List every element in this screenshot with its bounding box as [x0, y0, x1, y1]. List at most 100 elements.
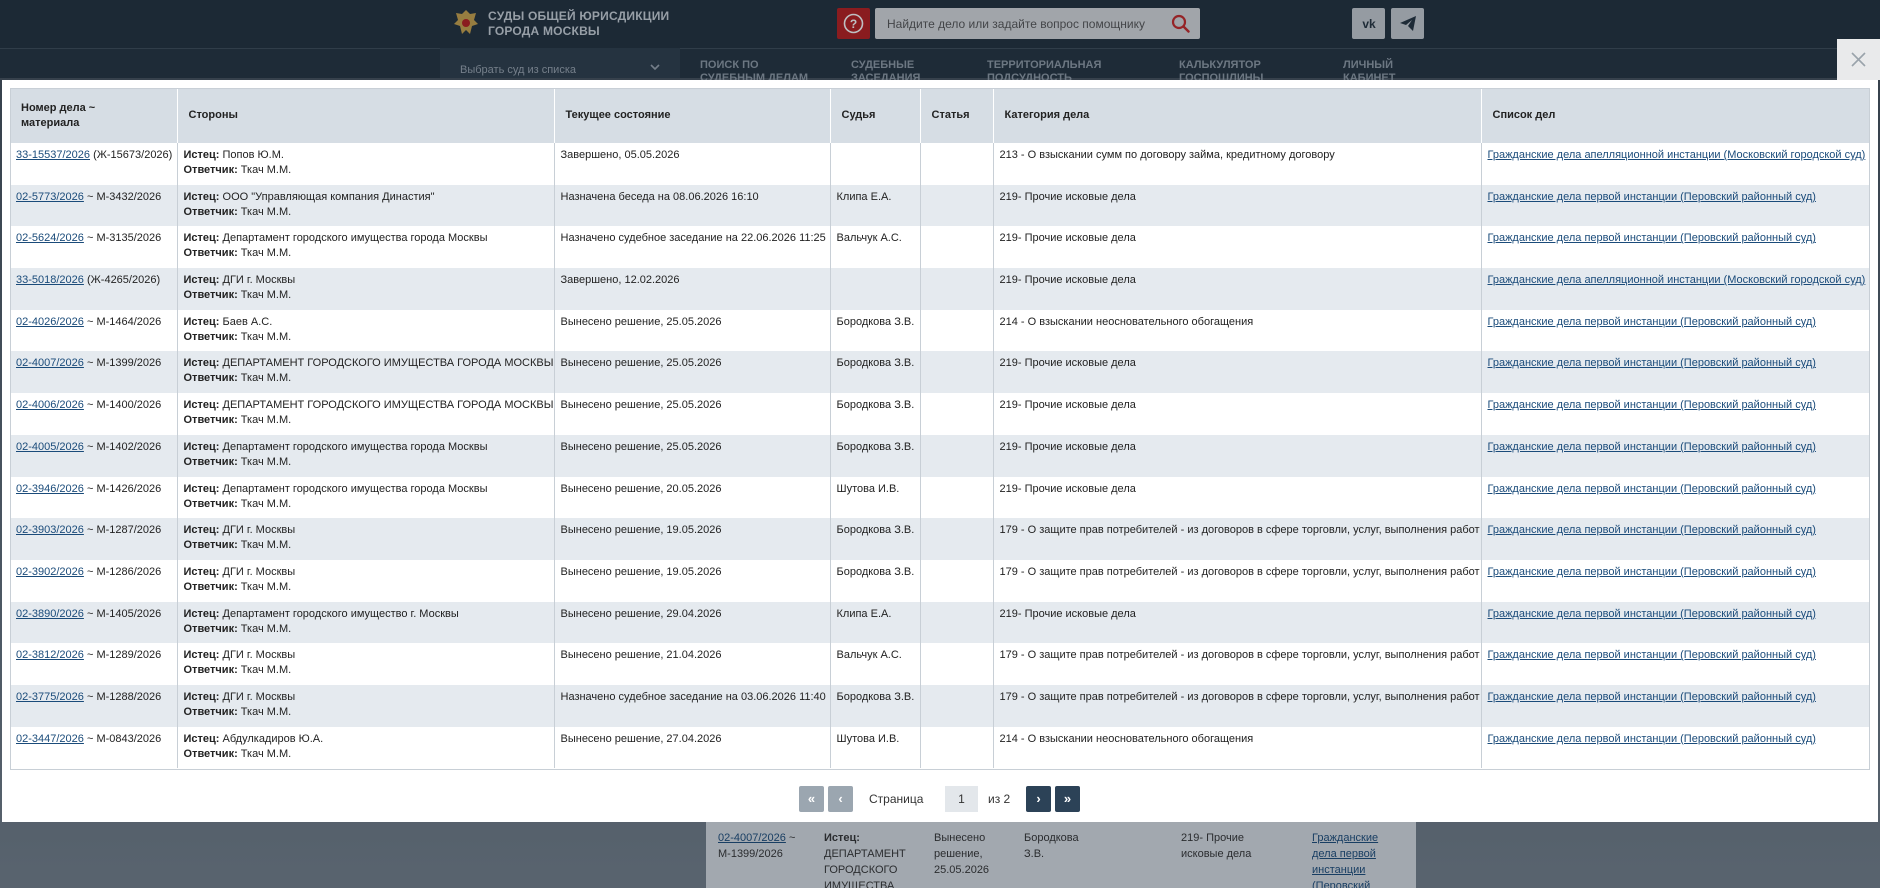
case-number-cell: 02-3775/2026 ~ М-1288/2026: [10, 684, 178, 727]
article-cell: [920, 726, 994, 769]
defendant-label: Ответчик:: [183, 289, 238, 302]
defendant-label: Ответчик:: [183, 247, 238, 260]
parties-cell: Истец: ДЕПАРТАМЕНТ ГОРОДСКОГО ИМУЩЕСТВА …: [177, 351, 555, 394]
cases-table: Номер дела ~ материала Стороны Текущее со…: [10, 88, 1870, 769]
case-list-link[interactable]: Гражданские дела апелляционной инстанции…: [1488, 274, 1866, 286]
table-row: 02-3775/2026 ~ М-1288/2026 Истец: ДГИ г. …: [10, 684, 1870, 727]
defendant-label: Ответчик:: [183, 539, 238, 552]
defendant-label: Ответчик:: [183, 414, 238, 427]
material-number: (Ж-4265/2026): [83, 274, 161, 287]
table-row: 02-5773/2026 ~ М-3432/2026 Истец: ООО "Уп…: [10, 184, 1870, 227]
judge-cell: [830, 143, 921, 185]
case-list-link[interactable]: Гражданские дела первой инстанции (Перов…: [1488, 649, 1816, 661]
case-link[interactable]: 02-3812/2026: [16, 649, 84, 661]
next-page-button[interactable]: ›: [1026, 786, 1051, 812]
defendant-name: Ткач М.М.: [237, 497, 292, 510]
plaintiff-name: Баев А.С.: [219, 315, 273, 328]
state-cell: Завершено, 12.02.2026: [554, 268, 831, 310]
defendant-name: Ткач М.М.: [237, 164, 292, 176]
case-number-cell: 02-3902/2026 ~ М-1286/2026: [10, 559, 178, 602]
case-list-link[interactable]: Гражданские дела первой инстанции (Перов…: [1488, 399, 1816, 411]
plaintiff-label: Истец:: [183, 482, 220, 495]
table-row: 33-5018/2026 (Ж-4265/2026) Истец: ДГИ г. …: [10, 268, 1870, 310]
page-number-input[interactable]: [945, 786, 978, 812]
case-link[interactable]: 02-4007/2026: [16, 357, 84, 369]
defendant-name: Ткач М.М.: [237, 205, 292, 218]
prev-page-button[interactable]: ‹: [828, 786, 853, 812]
case-list-link[interactable]: Гражданские дела первой инстанции (Перов…: [1488, 608, 1816, 620]
list-cell: Гражданские дела первой инстанции (Перов…: [1481, 727, 1870, 769]
list-cell: Гражданские дела первой инстанции (Перов…: [1481, 226, 1870, 268]
plaintiff-label: Истец:: [183, 357, 220, 370]
table-row: 02-3447/2026 ~ М-0843/2026 Истец: Абдулка…: [10, 726, 1870, 769]
defendant-label: Ответчик:: [183, 705, 238, 718]
case-link[interactable]: 02-4005/2026: [16, 441, 84, 453]
state-cell: Вынесено решение, 21.04.2026: [554, 643, 831, 685]
article-cell: [920, 143, 994, 185]
case-list-link[interactable]: Гражданские дела первой инстанции (Перов…: [1488, 733, 1816, 745]
article-cell: [920, 434, 994, 477]
parties-cell: Истец: ДГИ г. Москвы Ответчик: Ткач М.М.: [177, 684, 555, 727]
col-judge: Судья: [830, 88, 921, 143]
article-cell: [920, 601, 994, 644]
case-link[interactable]: 02-3946/2026: [16, 483, 84, 495]
plaintiff-label: Истец:: [183, 232, 220, 245]
judge-cell: Клипа Е.А.: [830, 184, 921, 227]
category-cell: 219- Прочие исковые дела: [993, 184, 1482, 227]
case-list-link[interactable]: Гражданские дела апелляционной инстанции…: [1488, 149, 1866, 161]
case-list-link[interactable]: Гражданские дела первой инстанции (Перов…: [1488, 691, 1816, 703]
table-row: 02-4005/2026 ~ М-1402/2026 Истец: Департа…: [10, 434, 1870, 477]
category-cell: 214 - О взыскании неосновательного обога…: [993, 726, 1482, 769]
case-link[interactable]: 33-15537/2026: [16, 149, 90, 161]
plaintiff-name: Попов Ю.М.: [219, 149, 284, 161]
state-cell: Вынесено решение, 19.05.2026: [554, 518, 831, 560]
case-number-cell: 02-5624/2026 ~ М-3135/2026: [10, 226, 178, 269]
case-list-link[interactable]: Гражданские дела первой инстанции (Перов…: [1488, 316, 1816, 328]
list-cell: Гражданские дела первой инстанции (Перов…: [1481, 643, 1870, 685]
col-case-number[interactable]: Номер дела ~ материала: [10, 88, 178, 143]
case-list-link[interactable]: Гражданские дела первой инстанции (Перов…: [1488, 232, 1816, 244]
first-page-button[interactable]: «: [799, 786, 824, 812]
plaintiff-name: Абдулкадиров Ю.А.: [219, 732, 324, 745]
case-list-link[interactable]: Гражданские дела первой инстанции (Перов…: [1488, 191, 1816, 203]
case-link[interactable]: 02-4006/2026: [16, 399, 84, 411]
state-cell: Вынесено решение, 27.04.2026: [554, 726, 831, 769]
case-list-link[interactable]: Гражданские дела первой инстанции (Перов…: [1488, 566, 1816, 578]
plaintiff-label: Истец:: [183, 440, 220, 453]
case-link[interactable]: 02-5624/2026: [16, 232, 84, 244]
list-cell: Гражданские дела первой инстанции (Перов…: [1481, 434, 1870, 477]
article-cell: [920, 351, 994, 394]
case-link[interactable]: 33-5018/2026: [16, 274, 84, 286]
plaintiff-name: ДЕПАРТАМЕНТ ГОРОДСКОГО ИМУЩЕСТВА ГОРОДА …: [219, 399, 554, 412]
case-link[interactable]: 02-3902/2026: [16, 566, 84, 578]
list-cell: Гражданские дела апелляционной инстанции…: [1481, 268, 1870, 310]
judge-cell: Бородкова З.В.: [830, 684, 921, 727]
case-number-cell: 02-4026/2026 ~ М-1464/2026: [10, 309, 178, 352]
parties-cell: Истец: ДГИ г. Москвы Ответчик: Ткач М.М.: [177, 559, 555, 602]
defendant-name: Ткач М.М.: [237, 455, 292, 468]
case-link[interactable]: 02-4026/2026: [16, 316, 84, 328]
case-link[interactable]: 02-3903/2026: [16, 524, 84, 536]
list-cell: Гражданские дела первой инстанции (Перов…: [1481, 684, 1870, 727]
article-cell: [920, 559, 994, 602]
table-row: 02-4007/2026 ~ М-1399/2026 Истец: ДЕПАРТА…: [10, 351, 1870, 394]
case-link[interactable]: 02-3447/2026: [16, 733, 84, 745]
case-link[interactable]: 02-3775/2026: [16, 691, 84, 703]
table-row: 33-15537/2026 (Ж-15673/2026) Истец: Попов…: [10, 143, 1870, 185]
case-list-link[interactable]: Гражданские дела первой инстанции (Перов…: [1488, 483, 1816, 495]
defendant-name: Ткач М.М.: [237, 372, 292, 385]
case-link[interactable]: 02-3890/2026: [16, 608, 84, 620]
case-list-link[interactable]: Гражданские дела первой инстанции (Перов…: [1488, 357, 1816, 369]
case-list-link[interactable]: Гражданские дела первой инстанции (Перов…: [1488, 441, 1816, 453]
defendant-name: Ткач М.М.: [237, 747, 292, 760]
defendant-label: Ответчик:: [183, 330, 238, 343]
case-link[interactable]: 02-5773/2026: [16, 191, 84, 203]
last-page-button[interactable]: »: [1055, 786, 1080, 812]
case-list-link[interactable]: Гражданские дела первой инстанции (Перов…: [1488, 524, 1816, 536]
article-cell: [920, 226, 994, 269]
category-cell: 219- Прочие исковые дела: [993, 226, 1482, 269]
material-number: ~ М-1426/2026: [83, 482, 162, 495]
list-cell: Гражданские дела первой инстанции (Перов…: [1481, 518, 1870, 560]
defendant-name: Ткач М.М.: [237, 664, 292, 677]
close-button[interactable]: [1837, 39, 1880, 80]
